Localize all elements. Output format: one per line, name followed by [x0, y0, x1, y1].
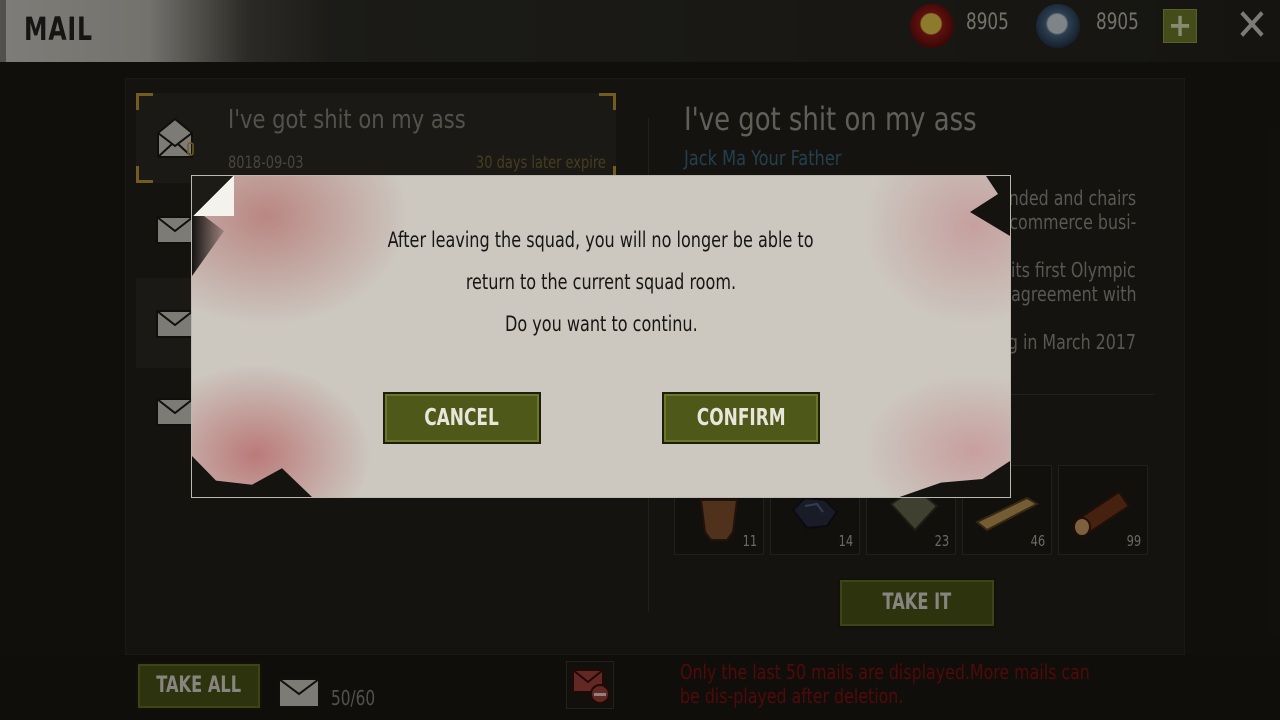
cancel-button[interactable]: CANCEL — [383, 392, 541, 444]
leave-squad-dialog: After leaving the squad, you will no lon… — [192, 176, 1010, 497]
cancel-label: CANCEL — [424, 405, 500, 431]
dialog-message-line: Do you want to continu. — [504, 312, 698, 336]
dialog-message-line: After leaving the squad, you will no lon… — [388, 228, 814, 252]
page-fold — [192, 176, 234, 216]
confirm-label: CONFIRM — [696, 405, 786, 431]
dialog-message-line: return to the current squad room. — [465, 270, 737, 294]
confirm-button[interactable]: CONFIRM — [662, 392, 820, 444]
